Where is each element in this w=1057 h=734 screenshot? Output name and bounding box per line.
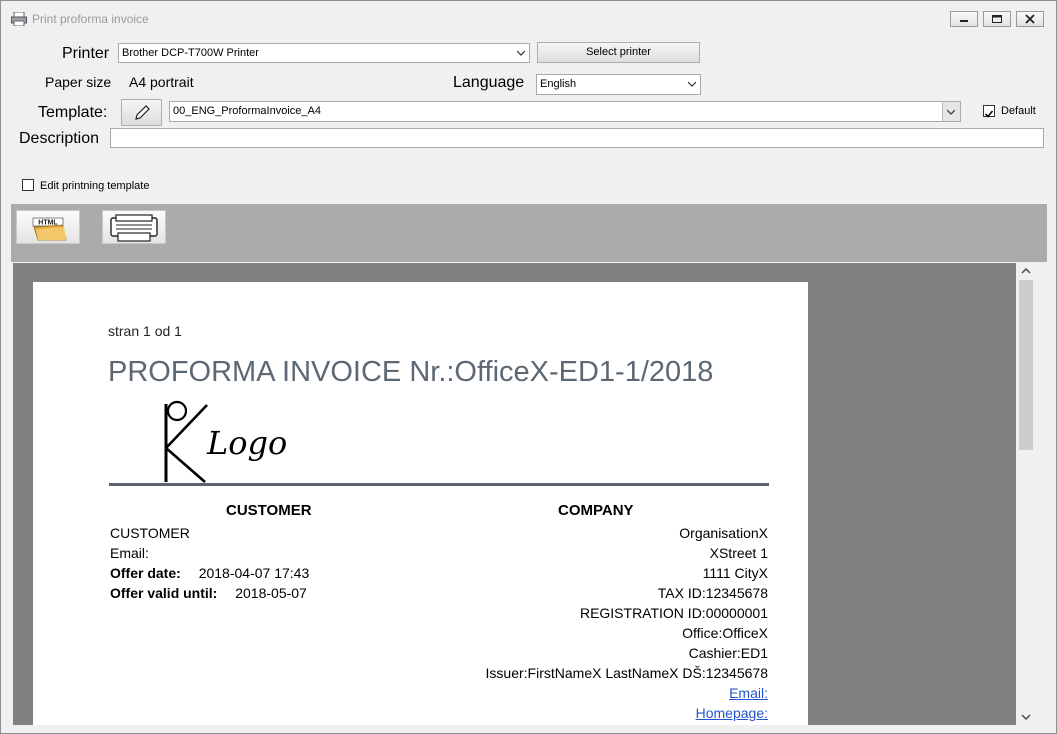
minimize-button[interactable] <box>950 11 978 27</box>
company-heading: COMPANY <box>558 502 634 519</box>
preview-page: stran 1 od 1 PROFORMA INVOICE Nr.:Office… <box>33 282 808 725</box>
company-email-link[interactable]: Email: <box>729 685 768 701</box>
default-label: Default <box>1001 105 1036 117</box>
template-select-value: 00_ENG_ProformaInvoice_A4 <box>173 105 321 117</box>
page-number: stran 1 od 1 <box>108 323 182 339</box>
company-line: Issuer:FirstNameX LastNameX DŠ:12345678 <box>485 665 768 681</box>
close-button[interactable] <box>1016 11 1044 27</box>
customer-email-label: Email: <box>110 545 149 561</box>
edit-template-checkbox[interactable] <box>22 179 34 191</box>
close-icon <box>1025 14 1035 24</box>
html-export-icon: HTML <box>32 217 67 241</box>
paper-size-label: Paper size <box>45 74 112 90</box>
scrollbar-thumb[interactable] <box>1019 280 1033 450</box>
scroll-down-icon[interactable] <box>1021 712 1031 722</box>
description-label: Description <box>19 130 100 147</box>
restore-icon <box>992 15 1002 23</box>
logo-image: Logo <box>164 400 287 483</box>
company-homepage-link[interactable]: Homepage: <box>696 705 768 721</box>
paper-size-value: A4 portrait <box>129 74 194 90</box>
language-select[interactable]: English <box>536 74 701 95</box>
company-line: OrganisationX <box>679 525 768 541</box>
customer-name: CUSTOMER <box>110 525 190 541</box>
minimize-icon <box>960 20 968 22</box>
offer-date-row: Offer date: 2018-04-07 17:43 <box>110 565 309 581</box>
company-line: REGISTRATION ID:00000001 <box>579 605 768 621</box>
export-html-button[interactable]: HTML <box>16 210 80 244</box>
company-line: Office:OfficeX <box>682 625 768 641</box>
print-preview-area: stran 1 od 1 PROFORMA INVOICE Nr.:Office… <box>13 263 1016 725</box>
offer-valid-value: 2018-05-07 <box>235 585 307 601</box>
select-printer-button[interactable]: Select printer <box>537 42 700 63</box>
logo-text: Logo <box>206 424 287 462</box>
language-select-value: English <box>540 78 577 90</box>
printer-label: Printer <box>62 45 110 62</box>
printer-icon <box>110 214 158 242</box>
title-bar: Print proforma invoice <box>1 1 1056 35</box>
printer-select[interactable]: Brother DCP-T700W Printer <box>118 43 530 63</box>
invoice-title: PROFORMA INVOICE Nr.:OfficeX-ED1-1/2018 <box>108 356 714 388</box>
company-line: TAX ID:12345678 <box>657 585 768 601</box>
language-label: Language <box>453 74 525 91</box>
offer-valid-row: Offer valid until: 2018-05-07 <box>110 585 307 601</box>
customer-heading: CUSTOMER <box>226 502 312 519</box>
scroll-up-icon[interactable] <box>1021 266 1031 276</box>
checkmark-icon <box>984 110 994 118</box>
header-divider <box>109 483 769 486</box>
printer-select-value: Brother DCP-T700W Printer <box>122 47 259 59</box>
chevron-down-icon <box>517 50 525 56</box>
print-proforma-window: Print proforma invoice Printer Brother D… <box>0 0 1057 734</box>
restore-button[interactable] <box>983 11 1011 27</box>
template-dropdown-button[interactable] <box>942 102 960 121</box>
edit-template-button[interactable] <box>121 99 162 126</box>
company-line: XStreet 1 <box>709 545 768 561</box>
preview-vertical-scrollbar[interactable] <box>1017 263 1035 725</box>
company-line: 1111 CityX <box>702 565 768 581</box>
chevron-down-icon <box>947 109 955 115</box>
window-title: Print proforma invoice <box>32 12 149 26</box>
company-line: Cashier:ED1 <box>688 645 768 661</box>
offer-date-value: 2018-04-07 17:43 <box>198 565 310 581</box>
default-checkbox[interactable] <box>983 105 995 118</box>
offer-date-label: Offer date: <box>110 565 181 581</box>
template-select[interactable]: 00_ENG_ProformaInvoice_A4 <box>169 101 961 122</box>
template-label: Template: <box>38 104 108 121</box>
edit-template-label: Edit printning template <box>40 180 150 192</box>
print-button[interactable] <box>102 210 166 244</box>
offer-valid-label: Offer valid until: <box>110 585 218 601</box>
description-field[interactable] <box>110 128 1044 148</box>
chevron-down-icon <box>688 81 696 87</box>
preview-toolbar: HTML <box>11 204 1047 262</box>
printer-app-icon <box>11 12 27 26</box>
pencil-icon <box>134 105 150 120</box>
